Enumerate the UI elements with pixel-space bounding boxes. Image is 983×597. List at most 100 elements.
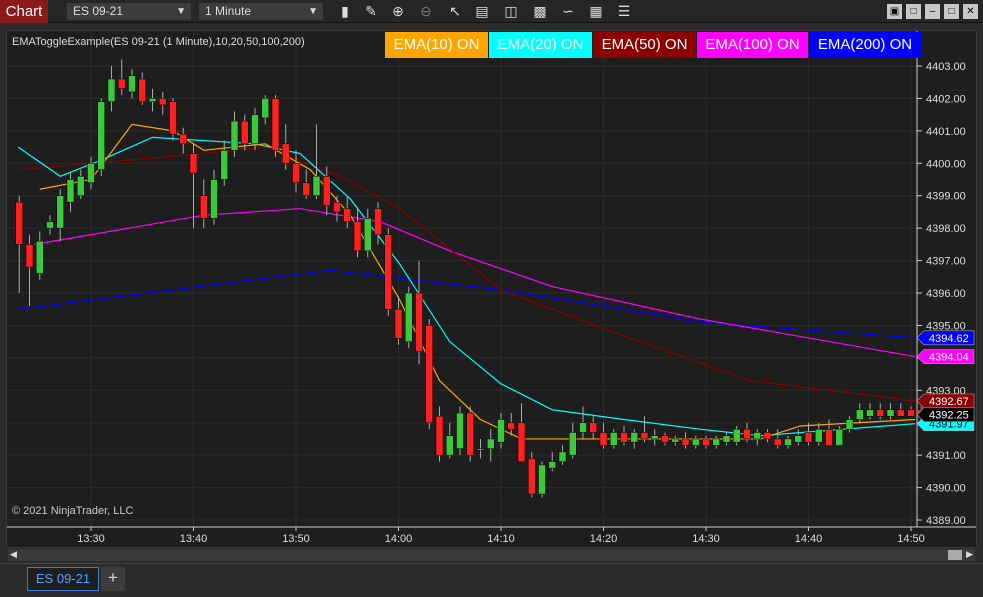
candle bbox=[343, 208, 351, 222]
candle bbox=[692, 438, 700, 446]
candle bbox=[640, 432, 649, 440]
candle bbox=[261, 98, 269, 119]
candle bbox=[148, 98, 157, 102]
candle bbox=[712, 438, 720, 446]
candle bbox=[230, 120, 239, 151]
ema-price-label: 4394.62 bbox=[929, 333, 969, 345]
x-tick-label: 14:30 bbox=[692, 533, 720, 545]
candle bbox=[312, 176, 321, 196]
scroll-thumb[interactable] bbox=[948, 550, 962, 560]
horizontal-scrollbar[interactable]: ◀ ▶ bbox=[8, 549, 975, 561]
tab-es-09-21[interactable]: ES 09-21 bbox=[27, 567, 99, 591]
candle bbox=[476, 448, 485, 451]
y-tick-label: 4398.00 bbox=[926, 223, 966, 235]
candle bbox=[169, 101, 177, 135]
candle bbox=[815, 428, 823, 443]
ema-price-label: 4394.04 bbox=[929, 352, 969, 364]
candle bbox=[569, 432, 577, 456]
last-price-label: 4392.25 bbox=[929, 410, 969, 422]
candle bbox=[456, 412, 464, 449]
y-tick-label: 4403.00 bbox=[926, 61, 966, 73]
candle bbox=[487, 438, 495, 449]
candle bbox=[866, 409, 874, 417]
candle bbox=[681, 438, 690, 446]
candle bbox=[189, 153, 198, 174]
candle bbox=[630, 432, 638, 443]
y-tick-label: 4391.00 bbox=[926, 450, 966, 462]
candle bbox=[46, 221, 54, 229]
candle bbox=[517, 422, 526, 462]
candle bbox=[97, 101, 105, 171]
candle bbox=[179, 133, 187, 145]
candle bbox=[405, 292, 413, 342]
candle bbox=[651, 435, 659, 440]
tab-bar: ES 09-21 + bbox=[0, 563, 983, 597]
candle bbox=[661, 435, 669, 443]
candle bbox=[251, 114, 259, 145]
candle bbox=[374, 208, 382, 235]
candle bbox=[907, 409, 915, 417]
candle bbox=[825, 428, 833, 446]
ema-line bbox=[34, 208, 916, 358]
candle bbox=[394, 308, 403, 339]
candle bbox=[56, 195, 64, 229]
candle bbox=[856, 409, 864, 420]
candle bbox=[763, 432, 772, 440]
candle bbox=[774, 438, 782, 446]
candle bbox=[897, 409, 905, 417]
x-tick-label: 13:40 bbox=[180, 533, 208, 545]
price-chart[interactable]: 4403.00 4402.00 4401.00 4400.00 4399.00 4398.… bbox=[0, 0, 983, 548]
ema200-toggle-button[interactable]: EMA(200) ON bbox=[809, 32, 921, 58]
ema10-toggle-button[interactable]: EMA(10) ON bbox=[385, 32, 488, 58]
ema-line bbox=[18, 269, 916, 339]
y-tick-label: 4400.00 bbox=[926, 158, 966, 170]
candle bbox=[804, 432, 813, 443]
candle bbox=[128, 75, 136, 93]
candle bbox=[579, 422, 587, 433]
candle bbox=[364, 218, 372, 252]
candle bbox=[415, 292, 423, 352]
candle bbox=[446, 435, 454, 456]
copyright: © 2021 NinjaTrader, LLC bbox=[12, 505, 134, 517]
candle bbox=[610, 432, 618, 446]
x-tick-label: 14:20 bbox=[590, 533, 618, 545]
candle bbox=[36, 240, 44, 274]
candle bbox=[200, 195, 208, 219]
candle bbox=[548, 461, 556, 469]
scroll-left-icon[interactable]: ◀ bbox=[10, 549, 17, 560]
ema20-toggle-button[interactable]: EMA(20) ON bbox=[489, 32, 592, 58]
candle bbox=[497, 419, 505, 443]
y-tick-label: 4389.00 bbox=[926, 515, 966, 527]
add-tab-button[interactable]: + bbox=[101, 567, 125, 591]
y-tick-label: 4401.00 bbox=[926, 126, 966, 138]
ema50-toggle-button[interactable]: EMA(50) ON bbox=[593, 32, 696, 58]
candle bbox=[538, 464, 546, 495]
candle bbox=[886, 409, 895, 417]
candle bbox=[138, 78, 146, 102]
candle bbox=[743, 428, 751, 440]
scroll-right-icon[interactable]: ▶ bbox=[966, 549, 973, 560]
candle bbox=[733, 428, 741, 443]
indicator-label: EMAToggleExample(ES 09-21 (1 Minute),10,… bbox=[12, 36, 305, 48]
candle bbox=[77, 176, 85, 196]
y-tick-label: 4397.00 bbox=[926, 256, 966, 268]
candle bbox=[282, 143, 290, 164]
candle bbox=[107, 78, 116, 102]
candle bbox=[118, 78, 126, 89]
ema-line bbox=[39, 123, 916, 440]
y-tick-label: 4402.00 bbox=[926, 93, 966, 105]
candle bbox=[87, 163, 95, 183]
candle bbox=[466, 412, 474, 456]
x-tick-label: 13:30 bbox=[77, 533, 105, 545]
x-tick-label: 14:00 bbox=[385, 533, 413, 545]
candle bbox=[558, 451, 567, 462]
candle bbox=[845, 419, 854, 430]
candle bbox=[425, 325, 433, 423]
candle bbox=[507, 422, 515, 430]
candle bbox=[835, 428, 843, 446]
ema100-toggle-button[interactable]: EMA(100) ON bbox=[697, 32, 808, 58]
x-tick-label: 13:50 bbox=[282, 533, 310, 545]
candle bbox=[210, 179, 218, 219]
candle bbox=[599, 432, 608, 446]
candle bbox=[589, 422, 597, 433]
